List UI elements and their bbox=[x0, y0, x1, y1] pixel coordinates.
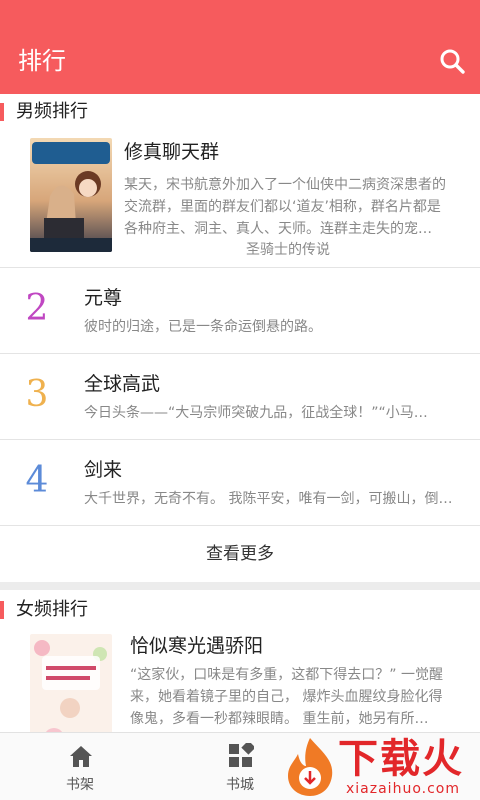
watermark-url: xiazaihuo.com bbox=[346, 781, 460, 797]
section-divider bbox=[0, 582, 480, 590]
book-cover bbox=[30, 634, 112, 732]
rank-item-2[interactable]: 2 元尊 彼时的归途，已是一条命运倒悬的路。 bbox=[0, 268, 480, 354]
section-header-male: 男频排行 bbox=[0, 94, 480, 130]
ranking-list[interactable]: 男频排行 修真聊天群 某天，宋书航意外加入了一个仙侠中二病资深患者的交流群，里面… bbox=[0, 94, 480, 732]
book-title: 修真聊天群 bbox=[124, 141, 220, 163]
rank-number: 4 bbox=[25, 460, 49, 501]
tab-label: 书架 bbox=[66, 777, 94, 793]
book-author: 圣骑士的传说 bbox=[246, 242, 330, 258]
home-icon bbox=[70, 746, 92, 767]
watermark-logo: 下载火 xiazaihuo.com bbox=[282, 734, 480, 800]
section-accent-bar bbox=[0, 601, 4, 619]
app-bar: 排行 bbox=[0, 0, 480, 94]
section-header-female: 女频排行 bbox=[0, 592, 480, 628]
flame-icon bbox=[288, 738, 333, 796]
section-title: 女频排行 bbox=[16, 599, 88, 620]
section-title: 男频排行 bbox=[16, 101, 88, 122]
rank-number: 2 bbox=[25, 288, 49, 329]
view-more-button[interactable]: 查看更多 bbox=[0, 526, 480, 582]
watermark-text: 下载火 bbox=[338, 736, 464, 782]
book-description: 大千世界，无奇不有。 我陈平安，唯有一剑，可搬山，倒… bbox=[84, 491, 453, 507]
rank-number: 3 bbox=[25, 374, 49, 415]
book-cover bbox=[30, 138, 112, 252]
section-accent-bar bbox=[0, 103, 4, 121]
book-title: 恰似寒光遇骄阳 bbox=[130, 635, 264, 657]
book-description: 某天，宋书航意外加入了一个仙侠中二病资深患者的交流群，里面的群友们都以‘道友’相… bbox=[124, 177, 446, 237]
top-book-item[interactable]: 恰似寒光遇骄阳 “这家伙，口味是有多重，这都下得去口？” 一觉醒来，她看着镜子里… bbox=[0, 628, 480, 732]
grid-icon bbox=[229, 743, 254, 767]
tab-bookstore[interactable]: 书城 bbox=[190, 733, 290, 800]
tab-label: 书城 bbox=[226, 777, 254, 793]
rank-item-4[interactable]: 4 剑来 大千世界，无奇不有。 我陈平安，唯有一剑，可搬山，倒… bbox=[0, 440, 480, 526]
rank-item-3[interactable]: 3 全球高武 今日头条——“大马宗师突破九品，征战全球！”“小马… bbox=[0, 354, 480, 440]
top-book-item[interactable]: 修真聊天群 某天，宋书航意外加入了一个仙侠中二病资深患者的交流群，里面的群友们都… bbox=[0, 130, 480, 268]
book-description: 今日头条——“大马宗师突破九品，征战全球！”“小马… bbox=[84, 405, 428, 421]
book-title: 剑来 bbox=[84, 459, 123, 481]
book-title: 元尊 bbox=[84, 287, 123, 309]
tab-bookshelf[interactable]: 书架 bbox=[30, 733, 130, 800]
book-title: 全球高武 bbox=[84, 373, 161, 395]
search-icon bbox=[440, 49, 465, 74]
book-description: “这家伙，口味是有多重，这都下得去口？” 一觉醒来，她看着镜子里的自己， 爆炸头… bbox=[130, 667, 443, 727]
search-button[interactable] bbox=[434, 44, 474, 80]
book-description: 彼时的归途，已是一条命运倒悬的路。 bbox=[84, 319, 322, 335]
page-title: 排行 bbox=[18, 47, 66, 75]
